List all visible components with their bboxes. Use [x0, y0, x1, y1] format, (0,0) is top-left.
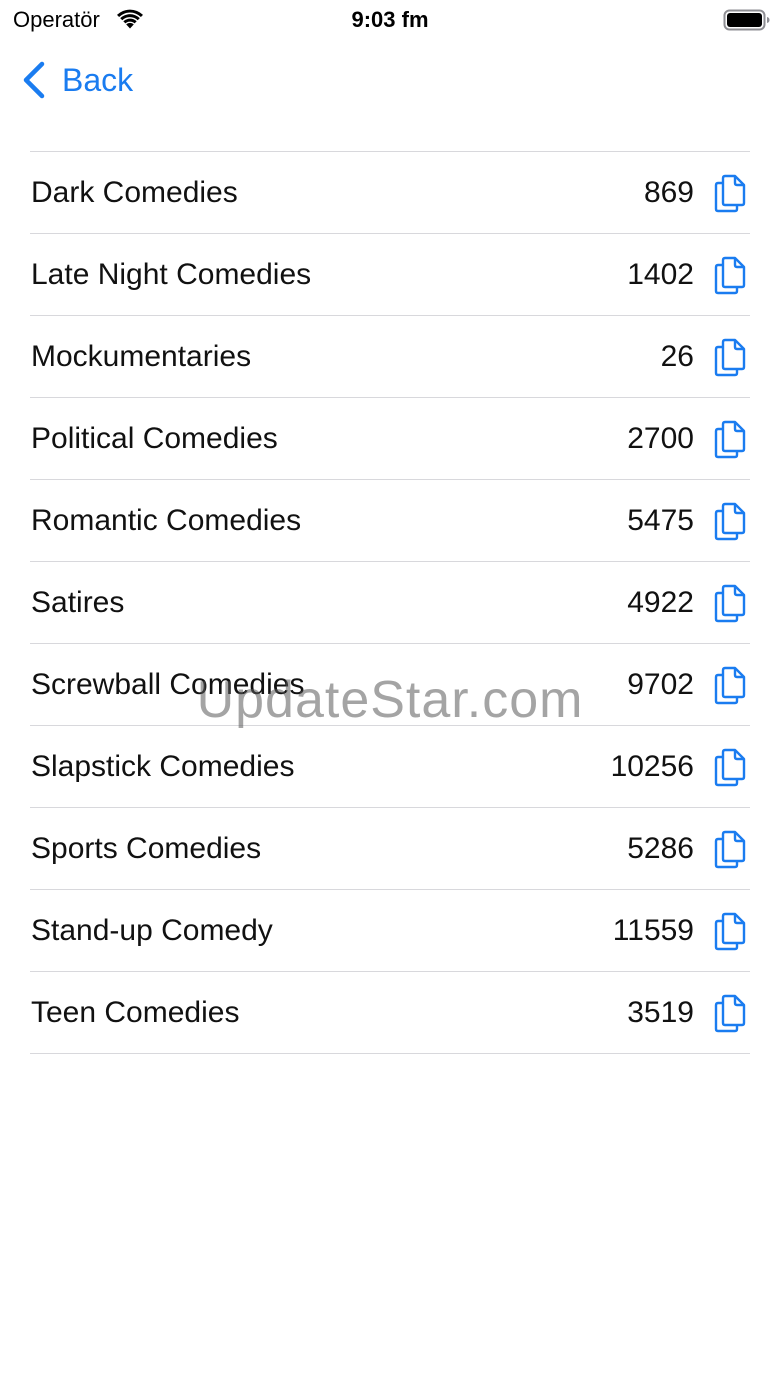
copy-button[interactable]: [712, 582, 748, 624]
list-item[interactable]: Romantic Comedies 5475: [30, 480, 750, 562]
list-item-label: Late Night Comedies: [31, 257, 312, 291]
copy-documents-icon: [714, 174, 746, 212]
list-item[interactable]: Late Night Comedies 1402: [30, 234, 750, 316]
list-item-label: Political Comedies: [31, 421, 278, 455]
list-item-label: Stand-up Comedy: [31, 913, 273, 947]
copy-button[interactable]: [712, 828, 748, 870]
copy-documents-icon: [714, 584, 746, 622]
list-item[interactable]: Stand-up Comedy 11559: [30, 890, 750, 972]
list-item[interactable]: Political Comedies 2700: [30, 398, 750, 480]
category-list: Dark Comedies 869 Late Night Comedies 14…: [30, 151, 750, 1054]
list-item-label: Romantic Comedies: [31, 503, 302, 537]
list-item-label: Teen Comedies: [31, 995, 240, 1029]
copy-documents-icon: [714, 338, 746, 376]
copy-button[interactable]: [712, 254, 748, 296]
list-item-count: 10256: [610, 749, 694, 783]
list-item[interactable]: Slapstick Comedies 10256: [30, 726, 750, 808]
copy-button[interactable]: [712, 500, 748, 542]
list-item[interactable]: Mockumentaries 26: [30, 316, 750, 398]
status-time: 9:03 fm: [351, 7, 429, 32]
list-item[interactable]: Satires 4922: [30, 562, 750, 644]
list-item[interactable]: Dark Comedies 869: [30, 152, 750, 234]
list-item-label: Satires: [31, 585, 125, 619]
list-item-label: Slapstick Comedies: [31, 749, 295, 783]
list-item-count: 9702: [627, 667, 694, 701]
list-item[interactable]: Screwball Comedies 9702: [30, 644, 750, 726]
list-item-count: 5286: [627, 831, 694, 865]
copy-documents-icon: [714, 666, 746, 704]
list-item-label: Mockumentaries: [31, 339, 252, 373]
copy-documents-icon: [714, 830, 746, 868]
list-item-count: 869: [643, 175, 694, 209]
copy-documents-icon: [714, 994, 746, 1032]
list-item-label: Screwball Comedies: [31, 667, 305, 701]
list-item[interactable]: Sports Comedies 5286: [30, 808, 750, 890]
list-item-count: 1402: [627, 257, 694, 291]
copy-documents-icon: [714, 748, 746, 786]
chevron-left-icon: [23, 61, 45, 99]
list-item[interactable]: Teen Comedies 3519: [30, 972, 750, 1054]
copy-documents-icon: [714, 420, 746, 458]
list-item-count: 11559: [612, 913, 694, 947]
copy-button[interactable]: [712, 418, 748, 460]
list-item-label: Sports Comedies: [31, 831, 262, 865]
list-item-count: 2700: [627, 421, 694, 455]
status-bar: Operatör 9:03 fm: [0, 0, 780, 40]
back-label: Back: [62, 62, 134, 98]
list-item-count: 3519: [627, 995, 694, 1029]
battery-icon: [723, 9, 770, 31]
list-item-count: 26: [660, 339, 694, 373]
copy-button[interactable]: [712, 746, 748, 788]
copy-button[interactable]: [712, 664, 748, 706]
copy-button[interactable]: [712, 336, 748, 378]
copy-button[interactable]: [712, 910, 748, 952]
copy-button[interactable]: [712, 992, 748, 1034]
copy-documents-icon: [714, 912, 746, 950]
copy-button[interactable]: [712, 172, 748, 214]
list-item-count: 4922: [627, 585, 694, 619]
copy-documents-icon: [714, 502, 746, 540]
back-button[interactable]: Back: [20, 56, 133, 104]
copy-documents-icon: [714, 256, 746, 294]
list-item-count: 5475: [627, 503, 694, 537]
list-item-label: Dark Comedies: [31, 175, 238, 209]
navigation-bar: Back: [0, 40, 780, 120]
